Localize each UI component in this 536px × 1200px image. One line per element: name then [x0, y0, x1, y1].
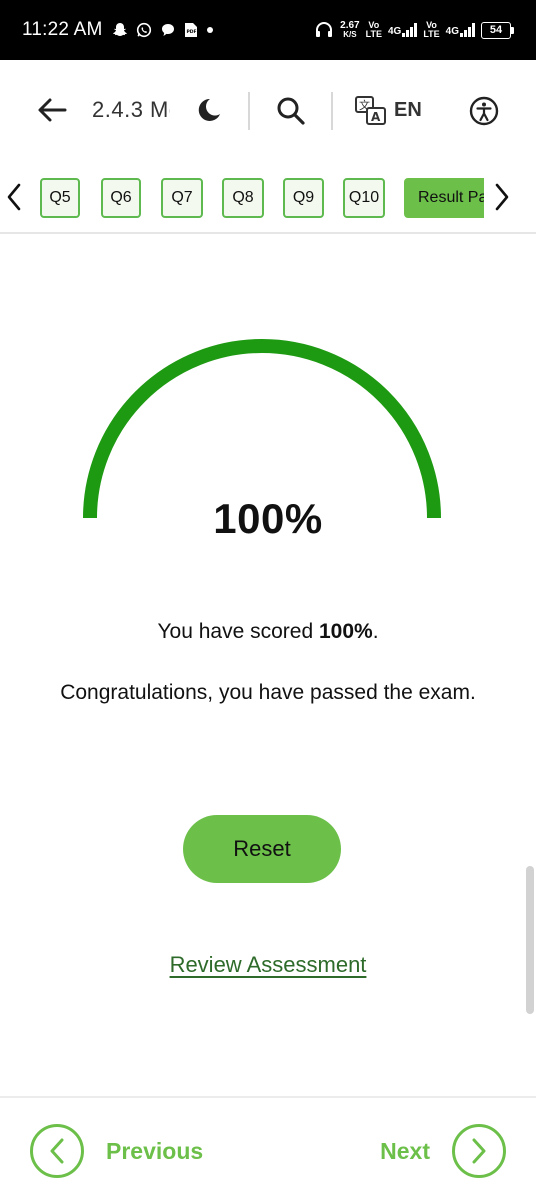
dot-icon: [207, 27, 214, 33]
whatsapp-icon: [137, 22, 152, 38]
next-circle: [452, 1124, 506, 1178]
reset-button[interactable]: Reset: [183, 815, 341, 883]
question-chip-q5[interactable]: Q5: [40, 178, 80, 218]
volte-indicator-1: Vo LTE: [366, 21, 382, 39]
previous-circle: [30, 1124, 84, 1178]
notification-icons: PDF: [112, 22, 214, 38]
status-right: 2.67 K/S Vo LTE 4G Vo LTE 4G 54: [314, 21, 514, 39]
next-button[interactable]: Next: [380, 1124, 506, 1178]
chevron-left-icon: [50, 1138, 64, 1164]
previous-button[interactable]: Previous: [30, 1124, 203, 1178]
congratulations-message: Congratulations, you have passed the exa…: [60, 681, 476, 704]
header-divider: [248, 92, 250, 130]
moon-icon: [198, 98, 220, 121]
search-button[interactable]: [275, 95, 307, 127]
battery-indicator: 54: [481, 21, 514, 39]
score-message-suffix: .: [372, 620, 379, 643]
status-bar: 11:22 AM PDF 2.67 K/S Vo LTE 4G Vo LTE 4…: [0, 0, 536, 60]
battery-level: 54: [481, 21, 511, 39]
previous-label: Previous: [106, 1137, 204, 1164]
network-speed: 2.67 K/S: [340, 20, 360, 40]
language-label[interactable]: EN: [394, 99, 422, 122]
review-assessment-link[interactable]: Review Assessment: [0, 952, 536, 978]
back-button[interactable]: [36, 94, 68, 126]
translate-icon: 文A: [355, 96, 386, 125]
search-icon: [277, 97, 305, 125]
chat-icon: [162, 24, 175, 36]
score-message-prefix: You have scored: [157, 620, 319, 643]
question-nav-next-button[interactable]: [490, 180, 514, 214]
score-message: You have scored 100%.: [0, 620, 536, 644]
accessibility-icon: [469, 96, 499, 126]
question-chip-q10[interactable]: Q10: [343, 178, 385, 218]
question-nav: Q5 Q6 Q7 Q8 Q9 Q10 Result Page: [0, 162, 536, 234]
header-divider: [331, 92, 333, 130]
score-gauge-arc: [83, 339, 441, 519]
question-nav-prev-button[interactable]: [2, 180, 26, 214]
chevron-left-icon: [7, 183, 21, 211]
app-header: 2.4.3 Module Quiz 文A EN: [0, 60, 536, 162]
network-speed-value: 2.67: [340, 20, 360, 31]
score-percentage: 100%: [213, 495, 323, 542]
pdf-icon: PDF: [185, 23, 198, 37]
headphones-icon: [316, 22, 333, 37]
score-message-value: 100%: [318, 620, 373, 643]
signal-bars-icon: [460, 23, 475, 37]
status-time: 11:22 AM: [22, 19, 103, 40]
battery-tip: [511, 26, 514, 34]
signal-bars-icon: [402, 23, 418, 37]
question-chip-q8[interactable]: Q8: [222, 178, 264, 218]
page-title: 2.4.3 Module Quiz: [92, 97, 170, 122]
question-chip-q7[interactable]: Q7: [161, 178, 203, 218]
chevron-right-icon: [495, 183, 509, 211]
question-nav-track: Q5 Q6 Q7 Q8 Q9 Q10 Result Page: [40, 176, 484, 220]
dark-mode-button[interactable]: [193, 96, 223, 126]
svg-text:A: A: [371, 110, 381, 124]
accessibility-button[interactable]: [468, 95, 500, 127]
signal-1: 4G: [387, 23, 418, 37]
result-page-chip[interactable]: Result Page: [404, 178, 484, 218]
network-type-1: 4G: [387, 26, 402, 37]
network-type-2: 4G: [445, 26, 459, 37]
volte-2-bottom: LTE: [423, 29, 440, 39]
bottom-nav: Previous Next: [0, 1096, 536, 1200]
chevron-right-icon: [472, 1138, 486, 1164]
scrollbar-thumb[interactable]: [526, 866, 534, 1014]
translate-button[interactable]: 文A: [354, 94, 388, 128]
signal-2: 4G: [446, 23, 475, 37]
volte-indicator-2: Vo LTE: [423, 21, 439, 39]
question-chip-q6[interactable]: Q6: [101, 178, 141, 218]
volte-1-bottom: LTE: [365, 29, 382, 39]
question-chip-q9[interactable]: Q9: [283, 178, 324, 218]
svg-text:PDF: PDF: [187, 29, 197, 35]
snapchat-icon: [113, 23, 128, 36]
network-speed-unit: K/S: [343, 30, 357, 39]
arrow-left-icon: [38, 98, 67, 122]
next-label: Next: [380, 1137, 430, 1164]
